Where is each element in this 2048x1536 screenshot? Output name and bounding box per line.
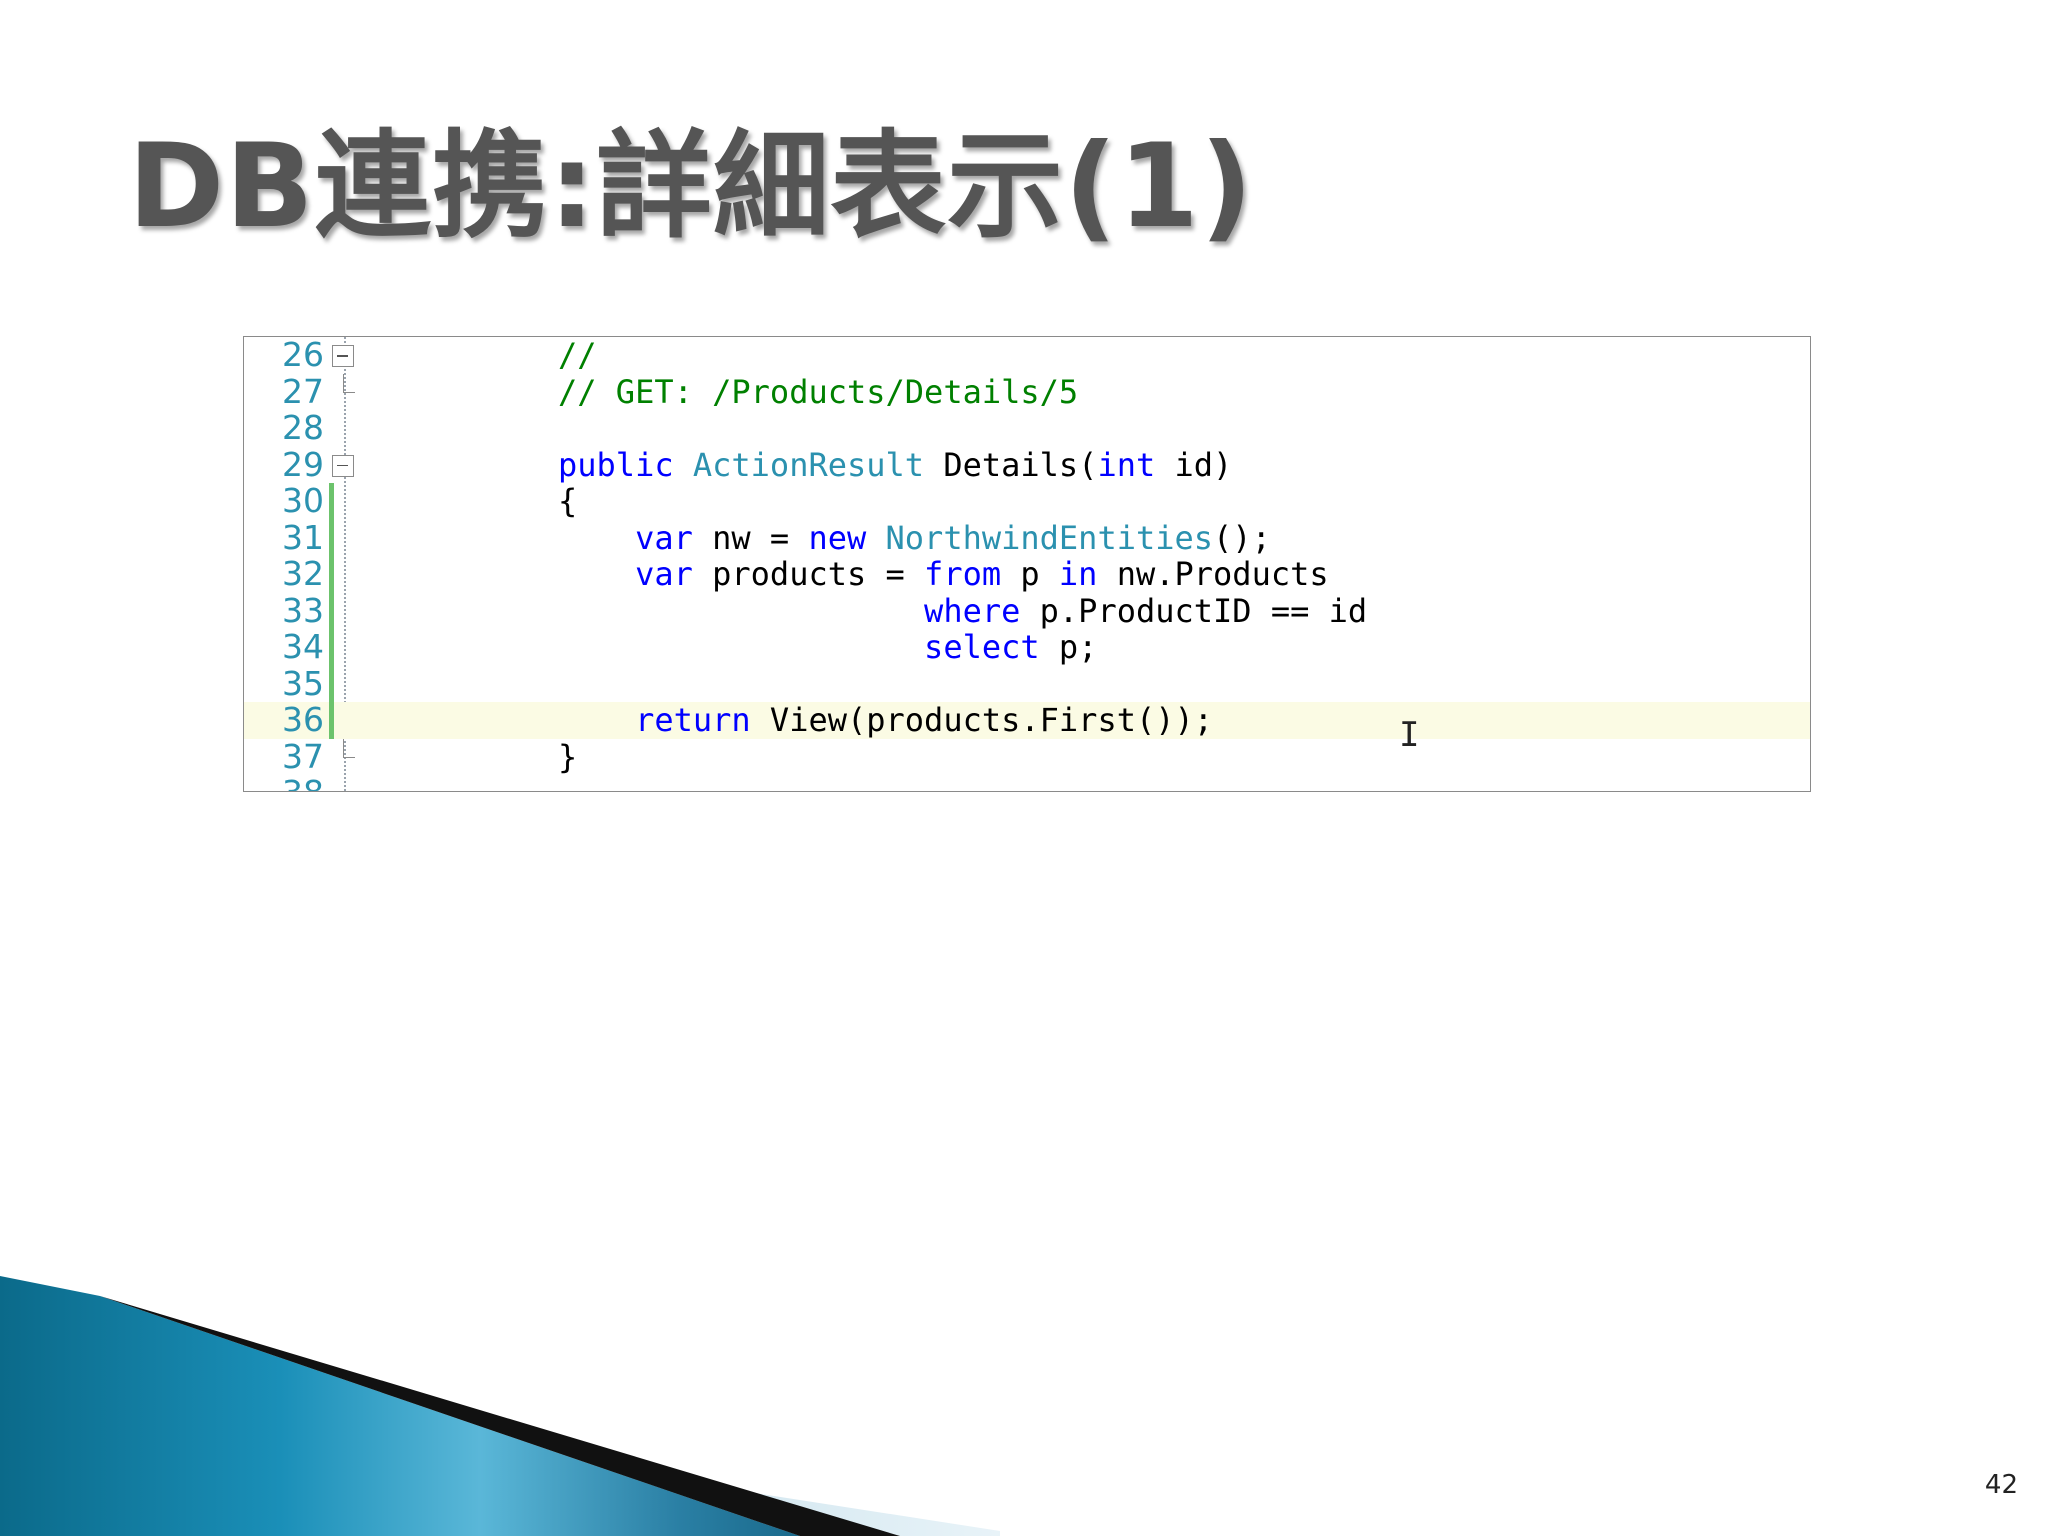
line-number: 27 bbox=[282, 371, 324, 411]
code-editor[interactable]: 26 // 27 // GET: /Products/Details/5 28 … bbox=[243, 336, 1811, 792]
code-text: // GET: /Products/Details/5 bbox=[558, 372, 1079, 411]
code-line-29: 29 public ActionResult Details(int id) bbox=[244, 444, 1810, 484]
page-number: 42 bbox=[1984, 1470, 2018, 1500]
code-text: where p.ProductID == id bbox=[924, 591, 1368, 630]
code-line-31: 31 var nw = new NorthwindEntities(); bbox=[244, 517, 1810, 557]
code-line-33: 33 where p.ProductID == id bbox=[244, 590, 1810, 630]
line-number: 33 bbox=[282, 590, 324, 630]
code-text: var nw = new NorthwindEntities(); bbox=[635, 518, 1271, 557]
code-line-26: 26 // bbox=[244, 337, 1810, 374]
line-number: 29 bbox=[282, 444, 324, 484]
collapse-icon[interactable] bbox=[332, 454, 354, 477]
decorative-corner-graphic bbox=[0, 1276, 1000, 1536]
collapse-icon[interactable] bbox=[332, 345, 354, 367]
line-number: 37 bbox=[282, 736, 324, 776]
code-text: } bbox=[558, 737, 578, 776]
code-text: var products = from p in nw.Products bbox=[635, 555, 1329, 593]
code-text: public ActionResult Details(int id) bbox=[558, 445, 1233, 484]
line-number: 36 bbox=[282, 700, 324, 739]
slide-title: DB連携:詳細表示(1) bbox=[128, 119, 1254, 254]
change-indicator-bar bbox=[329, 483, 334, 739]
code-line-30: 30 { bbox=[244, 481, 1810, 520]
code-text: select p; bbox=[924, 628, 1098, 666]
code-line-35: 35 bbox=[244, 663, 1810, 703]
fold-end-marker bbox=[343, 738, 355, 758]
line-number: 28 bbox=[282, 408, 324, 447]
code-line-32: 32 var products = from p in nw.Products bbox=[244, 554, 1810, 593]
code-line-36-current: 36 return View(products.First()); bbox=[244, 700, 1810, 739]
text-cursor-icon: I bbox=[1399, 715, 1420, 755]
code-text: // bbox=[558, 336, 597, 374]
line-number: 34 bbox=[282, 627, 324, 666]
code-line-34: 34 select p; bbox=[244, 627, 1810, 666]
line-number: 35 bbox=[282, 663, 324, 703]
code-text: return View(products.First()); bbox=[635, 701, 1214, 739]
line-number: 32 bbox=[282, 554, 324, 593]
code-line-27: 27 // GET: /Products/Details/5 bbox=[244, 371, 1810, 411]
code-text: { bbox=[558, 482, 578, 520]
line-number: 30 bbox=[282, 481, 324, 520]
code-line-28: 28 bbox=[244, 408, 1810, 447]
fold-end-marker bbox=[343, 373, 355, 393]
code-line-38: 38 bbox=[244, 774, 1810, 791]
line-number: 38 bbox=[244, 774, 324, 791]
line-number: 26 bbox=[282, 336, 324, 374]
line-number: 31 bbox=[282, 517, 324, 557]
code-line-37: 37 } bbox=[244, 736, 1810, 776]
